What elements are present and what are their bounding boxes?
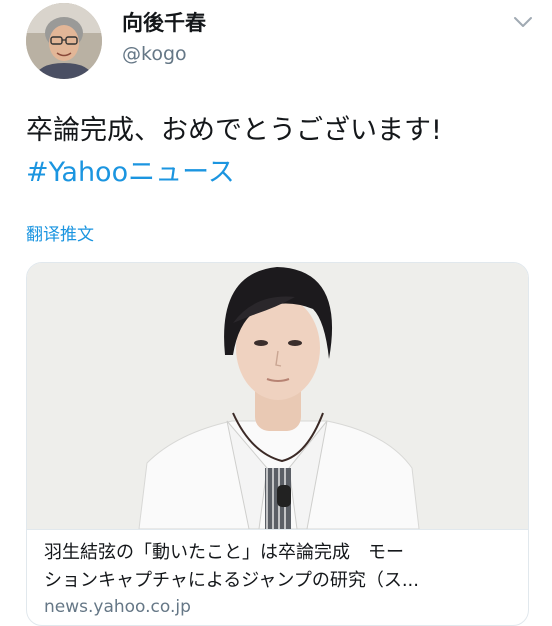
- card-title-line: 羽生結弦の「動いたこと」は卒論完成 モー: [44, 542, 404, 563]
- card-thumbnail: [27, 263, 528, 529]
- card-title: 羽生結弦の「動いたこと」は卒論完成 モー ションキャプチャによるジャンプの研究（…: [44, 539, 514, 595]
- card-title-line: ションキャプチャによるジャンプの研究（ス...: [44, 570, 420, 591]
- avatar[interactable]: [26, 3, 102, 79]
- card-domain: news.yahoo.co.jp: [44, 597, 191, 617]
- avatar-image: [26, 3, 102, 79]
- user-handle[interactable]: @kogo: [122, 42, 187, 66]
- more-options-button[interactable]: [512, 14, 534, 28]
- chevron-down-icon: [514, 17, 532, 27]
- link-preview-card[interactable]: 羽生結弦の「動いたこと」は卒論完成 モー ションキャプチャによるジャンプの研究（…: [26, 262, 529, 626]
- hashtag-link[interactable]: #Yahooニュース: [26, 152, 536, 194]
- tweet: 向後千春 @kogo 卒論完成、おめでとうございます! #Yahooニュース 翻…: [0, 0, 552, 626]
- translate-tweet-link[interactable]: 翻译推文: [26, 223, 94, 247]
- display-name[interactable]: 向後千春: [122, 9, 206, 37]
- tweet-text: 卒論完成、おめでとうございます! #Yahooニュース: [26, 110, 536, 194]
- tweet-text-line: 卒論完成、おめでとうございます!: [26, 115, 442, 146]
- card-image: [27, 263, 528, 530]
